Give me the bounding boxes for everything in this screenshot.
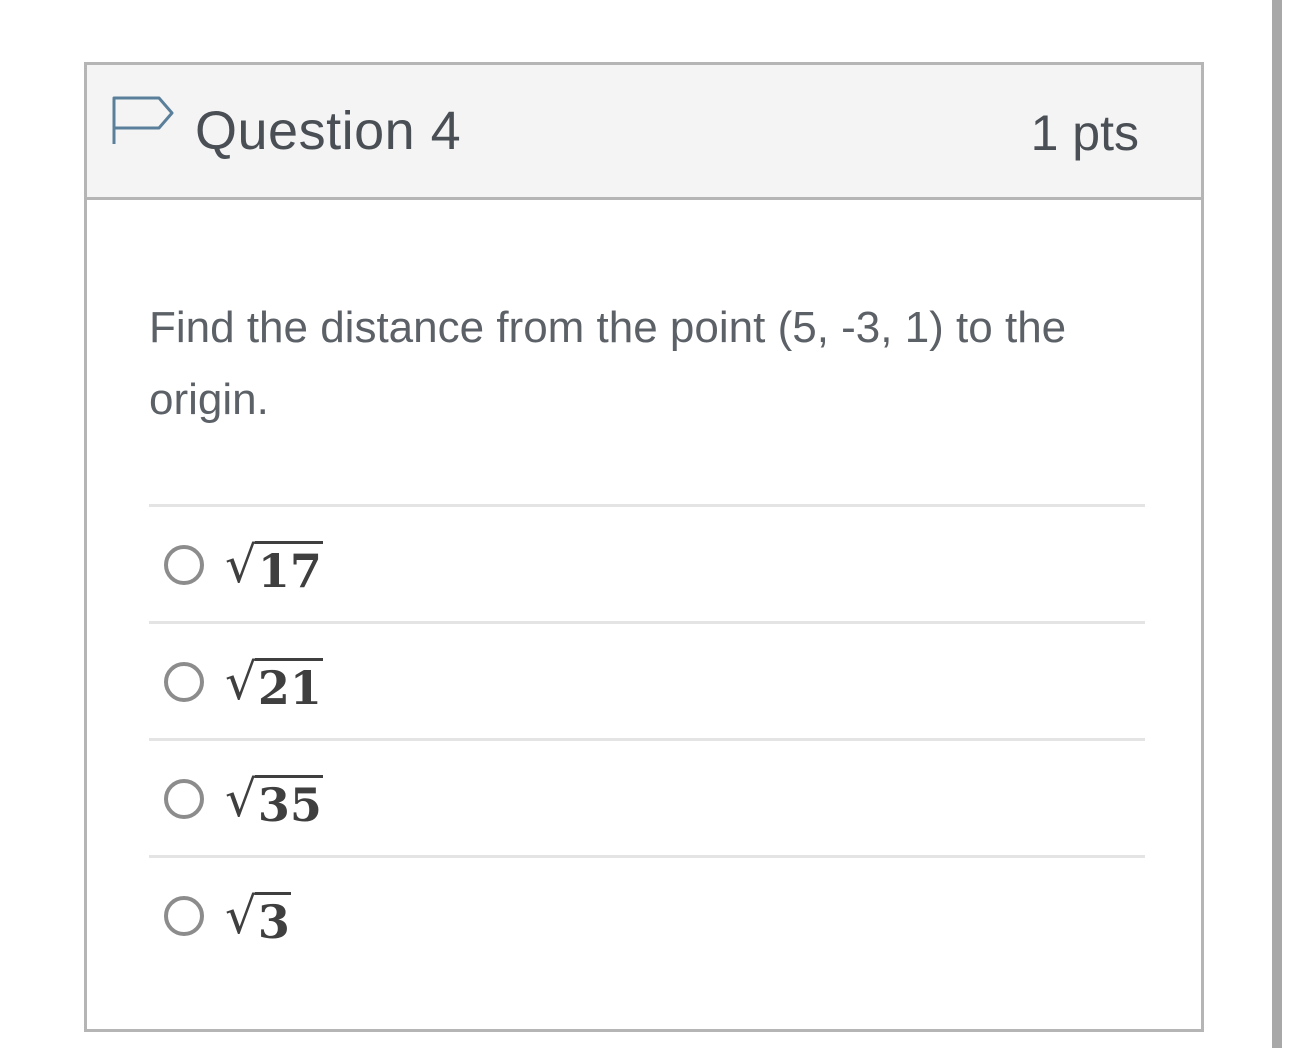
square-root-symbol: √ [225, 653, 257, 711]
radicand: 21 [254, 658, 323, 713]
answer-option[interactable]: √ 17 [149, 504, 1145, 621]
answer-value: √ 21 [225, 648, 323, 713]
answer-value: √ 35 [225, 765, 323, 830]
question-header: Question 4 1 pts [87, 65, 1201, 200]
answer-list: √ 17 √ 21 √ 35 √ 3 [149, 504, 1145, 972]
question-points: 1 pts [1030, 105, 1139, 161]
quiz-page: Question 4 1 pts Find the distance from … [0, 0, 1290, 1048]
radio-button[interactable] [164, 662, 204, 702]
square-root-symbol: √ [225, 536, 257, 594]
square-root-symbol: √ [225, 770, 257, 828]
scrollbar[interactable] [1272, 0, 1282, 1048]
question-card: Question 4 1 pts Find the distance from … [84, 62, 1204, 1032]
flag-outline-icon[interactable] [111, 95, 175, 147]
answer-value: √ 17 [225, 531, 323, 596]
question-text: Find the distance from the point (5, -3,… [149, 303, 1067, 424]
answer-option[interactable]: √ 3 [149, 855, 1145, 972]
radio-button[interactable] [164, 779, 204, 819]
answer-option[interactable]: √ 21 [149, 621, 1145, 738]
radio-button[interactable] [164, 896, 204, 936]
radio-button[interactable] [164, 545, 204, 585]
radicand: 3 [254, 892, 291, 947]
square-root-symbol: √ [225, 887, 257, 945]
answer-value: √ 3 [225, 882, 291, 947]
answer-option[interactable]: √ 35 [149, 738, 1145, 855]
question-title: Question 4 [195, 101, 462, 161]
radicand: 17 [254, 541, 323, 596]
radicand: 35 [254, 775, 323, 830]
